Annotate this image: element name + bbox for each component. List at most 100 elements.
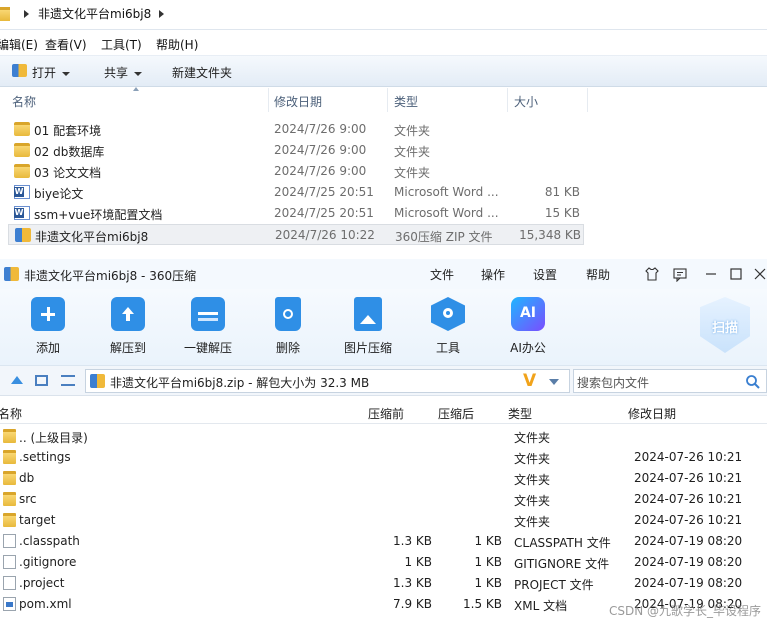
file-date: 2024/7/25 20:51 bbox=[274, 185, 374, 199]
file-type: 360压缩 ZIP 文件 bbox=[395, 230, 493, 244]
share-button[interactable]: 共享 bbox=[104, 64, 143, 81]
add-button[interactable]: 添加 bbox=[12, 295, 84, 356]
column-header: 名称 修改日期 类型 大小 bbox=[0, 87, 767, 112]
zip-row[interactable]: .gitignore 1 KB 1 KB GITIGNORE 文件 2024-0… bbox=[0, 552, 767, 573]
file-date: 2024/7/26 9:00 bbox=[274, 164, 367, 178]
zip-window: 非遗文化平台mi6bj8 - 360压缩 文件 操作 设置 帮助 添加 解压到 … bbox=[0, 259, 767, 625]
one-click-extract-label: 一键解压 bbox=[183, 341, 232, 355]
tools-label: 工具 bbox=[435, 341, 460, 355]
menu-tools[interactable]: 工具(T) bbox=[101, 36, 142, 53]
column-size[interactable]: 大小 bbox=[514, 93, 538, 110]
dropdown-icon[interactable] bbox=[549, 379, 559, 385]
zip-row[interactable]: src 文件夹 2024-07-26 10:21 bbox=[0, 489, 767, 510]
menu-operate[interactable]: 操作 bbox=[481, 266, 505, 283]
menu-settings[interactable]: 设置 bbox=[533, 266, 557, 283]
column-divider[interactable] bbox=[387, 88, 388, 112]
new-folder-button[interactable]: 新建文件夹 bbox=[172, 64, 232, 81]
search-box[interactable]: 搜索包内文件 bbox=[573, 369, 767, 393]
scan-button[interactable]: 扫描 bbox=[700, 297, 750, 353]
feedback-icon[interactable] bbox=[672, 266, 688, 282]
image-compress-button[interactable]: 图片压缩 bbox=[332, 295, 404, 356]
thumbnail-view-icon[interactable] bbox=[35, 375, 48, 386]
zip-file-name: db bbox=[19, 471, 35, 485]
zip-size-before: 7.9 KB bbox=[393, 597, 432, 611]
menu-file[interactable]: 文件 bbox=[430, 266, 454, 283]
column-size-after[interactable]: 压缩后 bbox=[438, 405, 474, 422]
list-view-icon[interactable] bbox=[61, 375, 75, 386]
zip-size-before: 1.3 KB bbox=[393, 576, 432, 590]
window-title: 非遗文化平台mi6bj8 - 360压缩 bbox=[24, 269, 197, 283]
menu-edit[interactable]: 编辑(E) bbox=[0, 36, 38, 53]
tools-icon bbox=[431, 297, 465, 331]
skin-icon[interactable] bbox=[644, 266, 660, 282]
menu-view[interactable]: 查看(V) bbox=[45, 36, 87, 53]
file-row[interactable]: 02 db数据库 2024/7/26 9:00 文件夹 bbox=[8, 140, 584, 161]
search-input[interactable]: 搜索包内文件 bbox=[577, 374, 649, 391]
zip-row[interactable]: db 文件夹 2024-07-26 10:21 bbox=[0, 468, 767, 489]
file-icon bbox=[3, 534, 16, 548]
chevron-down-icon bbox=[134, 71, 143, 76]
column-date[interactable]: 修改日期 bbox=[628, 405, 676, 422]
column-name[interactable]: 名称 bbox=[0, 405, 22, 422]
menu-help[interactable]: 帮助 bbox=[586, 266, 610, 283]
ai-office-button[interactable]: AI AI办公 bbox=[492, 295, 564, 356]
column-divider[interactable] bbox=[587, 88, 588, 112]
recycle-bin-icon bbox=[275, 297, 301, 331]
delete-button[interactable]: 删除 bbox=[252, 295, 324, 356]
file-size: 15 KB bbox=[544, 206, 580, 220]
folder-icon bbox=[14, 143, 30, 157]
file-name: 03 论文文档 bbox=[34, 166, 102, 180]
menu-help[interactable]: 帮助(H) bbox=[156, 36, 198, 53]
column-type[interactable]: 类型 bbox=[508, 405, 532, 422]
column-divider[interactable] bbox=[507, 88, 508, 112]
menu-bar: 编辑(E) 查看(V) 工具(T) 帮助(H) bbox=[0, 32, 767, 54]
file-date: 2024/7/26 10:22 bbox=[275, 228, 375, 242]
zip-file-type: 文件夹 bbox=[514, 494, 551, 508]
file-row[interactable]: biye论文 2024/7/25 20:51 Microsoft Word ..… bbox=[8, 182, 584, 203]
tools-button[interactable]: 工具 bbox=[412, 295, 484, 356]
minimize-icon[interactable] bbox=[703, 266, 719, 282]
zip-file-name: pom.xml bbox=[19, 597, 72, 611]
column-type[interactable]: 类型 bbox=[394, 93, 418, 110]
zip-row[interactable]: .settings 文件夹 2024-07-26 10:21 bbox=[0, 447, 767, 468]
zip-file-name: .gitignore bbox=[19, 555, 77, 569]
zip-ribbon: 添加 解压到 一键解压 删除 图片压缩 工具 AI AI办公 扫描 bbox=[0, 289, 767, 366]
breadcrumb-current[interactable]: 非遗文化平台mi6bj8 bbox=[38, 5, 151, 22]
zip-column-header: 名称 压缩前 压缩后 类型 修改日期 bbox=[0, 400, 767, 424]
column-divider[interactable] bbox=[268, 88, 269, 112]
file-row[interactable]: ssm+vue环境配置文档 2024/7/25 20:51 Microsoft … bbox=[8, 203, 584, 224]
zip-row[interactable]: target 文件夹 2024-07-26 10:21 bbox=[0, 510, 767, 531]
zip-size-after: 1.5 KB bbox=[463, 597, 502, 611]
file-row[interactable]: 03 论文文档 2024/7/26 9:00 文件夹 bbox=[8, 161, 584, 182]
zip-file-name: .settings bbox=[19, 450, 71, 464]
extract-to-button[interactable]: 解压到 bbox=[92, 295, 164, 356]
column-name[interactable]: 名称 bbox=[12, 93, 36, 110]
maximize-icon[interactable] bbox=[728, 266, 744, 282]
zip-row[interactable]: .project 1.3 KB 1 KB PROJECT 文件 2024-07-… bbox=[0, 573, 767, 594]
zip-row[interactable]: .classpath 1.3 KB 1 KB CLASSPATH 文件 2024… bbox=[0, 531, 767, 552]
file-type: Microsoft Word ... bbox=[394, 206, 499, 220]
column-date[interactable]: 修改日期 bbox=[274, 93, 322, 110]
address-bar[interactable]: 非遗文化平台mi6bj8 bbox=[0, 0, 767, 30]
folder-icon bbox=[14, 164, 30, 178]
column-size-before[interactable]: 压缩前 bbox=[368, 405, 404, 422]
archive-path-text: 非遗文化平台mi6bj8.zip - 解包大小为 32.3 MB bbox=[110, 376, 370, 390]
archive-path-box[interactable]: 非遗文化平台mi6bj8.zip - 解包大小为 32.3 MB V bbox=[85, 369, 570, 393]
chevron-down-icon bbox=[62, 71, 71, 76]
close-icon[interactable] bbox=[752, 266, 767, 282]
zip-file-name: .. (上级目录) bbox=[19, 431, 88, 445]
image-compress-label: 图片压缩 bbox=[343, 341, 392, 355]
up-arrow-icon[interactable] bbox=[11, 376, 23, 384]
zip-file-name: .project bbox=[19, 576, 65, 590]
v-logo-icon[interactable]: V bbox=[523, 371, 536, 391]
file-row[interactable]: 01 配套环境 2024/7/26 9:00 文件夹 bbox=[8, 119, 584, 140]
open-button[interactable]: 打开 bbox=[32, 64, 71, 81]
file-row-selected[interactable]: 非遗文化平台mi6bj8 2024/7/26 10:22 360压缩 ZIP 文… bbox=[8, 224, 584, 245]
breadcrumb-next-icon[interactable] bbox=[159, 10, 164, 18]
breadcrumb-arrow-icon[interactable] bbox=[24, 10, 29, 18]
zip-row[interactable]: .. (上级目录) 文件夹 bbox=[0, 426, 767, 447]
search-icon[interactable] bbox=[745, 374, 761, 390]
file-size: 81 KB bbox=[544, 185, 580, 199]
one-click-extract-button[interactable]: 一键解压 bbox=[172, 295, 244, 356]
add-icon bbox=[31, 297, 65, 331]
